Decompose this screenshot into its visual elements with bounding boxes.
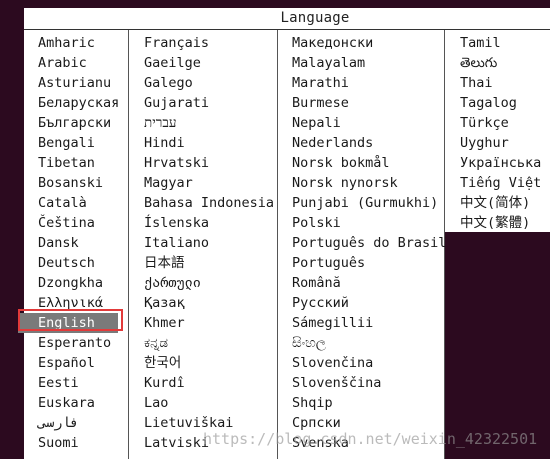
language-option[interactable]: Punjabi (Gurmukhi) bbox=[278, 193, 438, 213]
installer-screen: Language Amharic Arabic Asturianu Беларуска… bbox=[0, 0, 550, 459]
language-column-3: Македонски Malayalam Marathi Burmese Nepali N… bbox=[278, 30, 446, 459]
language-option[interactable]: Malayalam bbox=[278, 53, 365, 73]
language-option[interactable]: Galego bbox=[130, 73, 193, 93]
language-option[interactable]: Tamil bbox=[446, 33, 501, 53]
language-option[interactable]: తెలుగు bbox=[446, 53, 497, 73]
language-option[interactable]: Hindi bbox=[130, 133, 185, 153]
language-option[interactable]: Gaeilge bbox=[130, 53, 201, 73]
language-option[interactable]: Bosanski bbox=[24, 173, 103, 193]
language-option[interactable]: Íslenska bbox=[130, 213, 209, 233]
language-option[interactable]: Tagalog bbox=[446, 93, 517, 113]
language-option[interactable]: Ελληνικά bbox=[24, 293, 103, 313]
language-option[interactable]: සිංහල bbox=[278, 333, 326, 353]
language-option[interactable]: فارسی bbox=[24, 413, 79, 433]
language-option[interactable]: Norsk bokmål bbox=[278, 153, 390, 173]
language-option[interactable]: Arabic bbox=[24, 53, 87, 73]
language-option[interactable]: Suomi bbox=[24, 433, 79, 453]
language-option[interactable]: Italiano bbox=[130, 233, 209, 253]
language-option[interactable]: עברית bbox=[130, 113, 177, 133]
language-option[interactable]: Bengali bbox=[24, 133, 95, 153]
language-column-1: Amharic Arabic Asturianu Беларуская Българск… bbox=[18, 30, 128, 459]
language-option[interactable]: Français bbox=[130, 33, 209, 53]
language-option[interactable]: Русский bbox=[278, 293, 349, 313]
language-option[interactable]: 中文(繁體) bbox=[446, 213, 530, 233]
language-option[interactable]: Lao bbox=[130, 393, 168, 413]
language-column-2: Français Gaeilge Galego Gujarati עברית Hindi H… bbox=[130, 30, 277, 459]
column-divider bbox=[128, 30, 129, 459]
language-option[interactable]: Čeština bbox=[24, 213, 95, 233]
language-option[interactable]: Português do Brasil bbox=[278, 233, 446, 253]
language-option[interactable]: Español bbox=[24, 353, 95, 373]
language-option[interactable]: Esperanto bbox=[24, 333, 111, 353]
language-option[interactable]: Nederlands bbox=[278, 133, 373, 153]
language-option[interactable]: Marathi bbox=[278, 73, 349, 93]
language-option[interactable]: Kurdî bbox=[130, 373, 185, 393]
watermark: https://blog.csdn.net/weixin_42322501 bbox=[203, 430, 538, 448]
language-option[interactable]: Беларуская bbox=[24, 93, 119, 113]
language-option[interactable]: Dzongkha bbox=[24, 273, 103, 293]
unused-area bbox=[445, 232, 550, 459]
language-option[interactable]: Sámegillii bbox=[278, 313, 373, 333]
dialog-title: Language bbox=[280, 10, 350, 26]
language-option[interactable]: Slovenščina bbox=[278, 373, 381, 393]
language-option[interactable]: Norsk nynorsk bbox=[278, 173, 398, 193]
language-option[interactable]: Қазақ bbox=[130, 293, 185, 313]
language-option[interactable]: Українська bbox=[446, 153, 541, 173]
language-option[interactable]: Asturianu bbox=[24, 73, 111, 93]
language-option[interactable]: Magyar bbox=[130, 173, 193, 193]
language-option[interactable]: Dansk bbox=[24, 233, 79, 253]
language-option[interactable]: 한국어 bbox=[130, 353, 181, 373]
language-option[interactable]: Bahasa Indonesia bbox=[130, 193, 274, 213]
language-option[interactable]: Български bbox=[24, 113, 111, 133]
language-option[interactable]: Português bbox=[278, 253, 365, 273]
language-option[interactable]: Tibetan bbox=[24, 153, 95, 173]
language-option[interactable]: Türkçe bbox=[446, 113, 509, 133]
language-option[interactable]: Shqip bbox=[278, 393, 333, 413]
language-option[interactable]: Slovenčina bbox=[278, 353, 373, 373]
language-option[interactable]: ಕನ್ನಡ bbox=[130, 333, 168, 353]
language-option[interactable]: Latviski bbox=[130, 433, 209, 453]
language-option[interactable]: Hrvatski bbox=[130, 153, 209, 173]
language-option[interactable]: Македонски bbox=[278, 33, 373, 53]
language-option[interactable]: Deutsch bbox=[24, 253, 95, 273]
language-option[interactable]: Català bbox=[24, 193, 87, 213]
language-option[interactable]: Amharic bbox=[24, 33, 95, 53]
language-option[interactable]: Khmer bbox=[130, 313, 185, 333]
language-option[interactable]: 日本語 bbox=[130, 253, 185, 273]
language-option[interactable]: Gujarati bbox=[130, 93, 209, 113]
language-option[interactable]: Eesti bbox=[24, 373, 79, 393]
language-option[interactable]: Euskara bbox=[24, 393, 95, 413]
language-option[interactable]: English bbox=[18, 313, 118, 333]
language-option[interactable]: Uyghur bbox=[446, 133, 509, 153]
language-option[interactable]: Polski bbox=[278, 213, 341, 233]
language-option[interactable]: Română bbox=[278, 273, 341, 293]
language-option[interactable]: Burmese bbox=[278, 93, 349, 113]
language-option[interactable]: ქართული bbox=[130, 273, 201, 293]
language-option[interactable]: Tiếng Việt bbox=[446, 173, 541, 193]
language-option[interactable]: Nepali bbox=[278, 113, 341, 133]
language-option[interactable]: Thai bbox=[446, 73, 493, 93]
language-option[interactable]: 中文(简体) bbox=[446, 193, 530, 213]
